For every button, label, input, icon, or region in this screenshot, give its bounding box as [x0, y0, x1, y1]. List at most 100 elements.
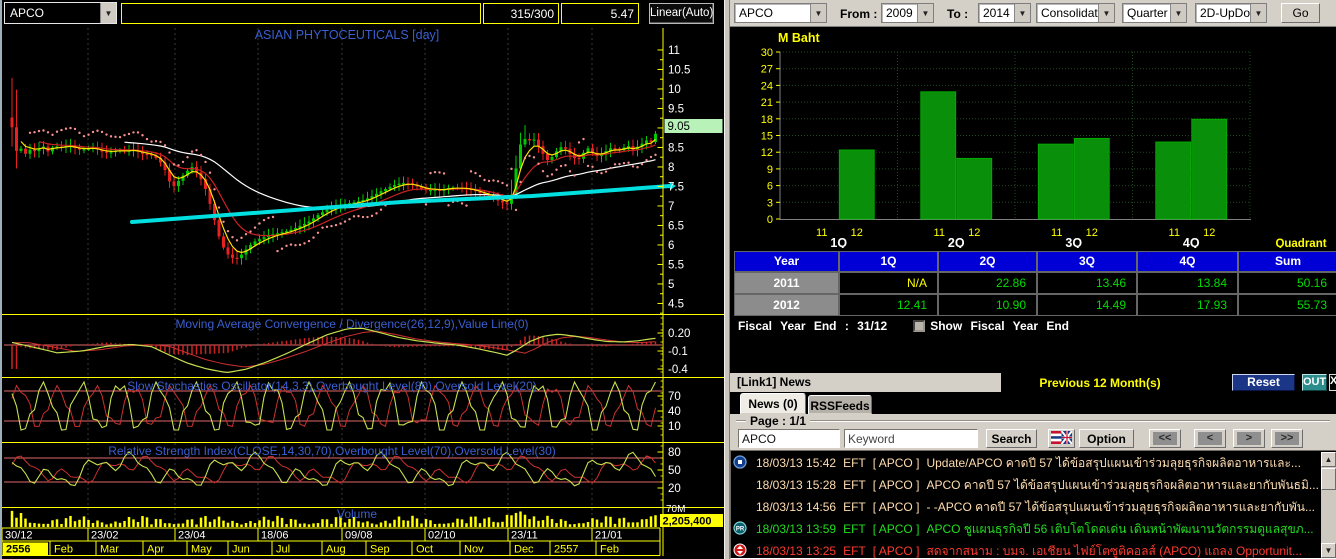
svg-text:Oct: Oct [416, 544, 433, 556]
language-flag-button[interactable] [1048, 429, 1075, 448]
chevron-down-icon[interactable]: ▼ [1014, 4, 1030, 22]
svg-text:20: 20 [668, 483, 681, 495]
scroll-down-icon[interactable]: ▼ [1321, 543, 1336, 558]
news-source: EFT [843, 500, 866, 514]
svg-text:2557: 2557 [554, 544, 578, 556]
chevron-down-icon[interactable]: ▼ [810, 4, 826, 22]
svg-text:Volume: Volume [337, 507, 377, 521]
news-time: 18/03/13 15:42 [756, 456, 837, 470]
last-price-field: 5.47 [561, 3, 639, 24]
tab-news[interactable]: News (0) [740, 393, 806, 414]
reset-button[interactable]: Reset [1232, 374, 1295, 391]
svg-text:6.5: 6.5 [668, 220, 684, 232]
statement-combo[interactable]: Consolidated ▼ [1036, 3, 1115, 23]
prev-page-button[interactable]: < [1194, 429, 1226, 448]
close-icon[interactable]: X [1329, 374, 1336, 391]
period-combo[interactable]: Quarter ▼ [1122, 3, 1187, 23]
next-page-button[interactable]: > [1233, 429, 1265, 448]
svg-text:Relative Strength Index(CLOSE,: Relative Strength Index(CLOSE,14,30,70),… [108, 444, 556, 458]
news-symbol-tag: [ APCO ] [872, 456, 920, 470]
svg-text:Jul: Jul [276, 544, 290, 556]
search-button[interactable]: Search [986, 429, 1037, 448]
news-symbol-tag: [ APCO ] [872, 500, 920, 514]
chevron-down-icon[interactable]: ▼ [1170, 4, 1186, 22]
svg-text:12: 12 [851, 227, 863, 239]
svg-text:7: 7 [668, 201, 674, 213]
fiscal-checkbox[interactable] [913, 320, 926, 332]
symbol-combo-right[interactable]: APCO ▼ [734, 3, 827, 23]
from-year-combo[interactable]: 2009 ▼ [881, 3, 934, 23]
svg-text:Feb: Feb [54, 544, 73, 556]
svg-text:11: 11 [1169, 227, 1180, 239]
chevron-down-icon[interactable]: ▼ [1250, 4, 1266, 22]
svg-text:12: 12 [968, 227, 980, 239]
news-row[interactable]: 18/03/13 14:56 EFT [ APCO ] - -APCO คาดปี 5… [731, 496, 1321, 518]
scale-mode-button[interactable]: Linear(Auto) [649, 3, 714, 24]
option-button[interactable]: Option [1079, 429, 1134, 448]
page-indicator: Page : 1/1 [746, 414, 811, 428]
svg-text:Slow Stochastics Oscillator(14: Slow Stochastics Oscillator(14,3,3),Over… [127, 379, 537, 393]
news-row[interactable]: 18/03/13 15:42 EFT [ APCO ] Update/APCO คาด… [731, 452, 1321, 474]
news-headline: - -APCO คาดปี 57 ได้ข้อสรุปแผนเข้าร่วมลุ… [926, 499, 1315, 514]
svg-text:09/08: 09/08 [345, 530, 373, 542]
svg-text:18: 18 [761, 114, 773, 126]
chevron-down-icon[interactable]: ▼ [100, 3, 116, 23]
keyword-input[interactable] [844, 429, 978, 448]
news-row[interactable]: 18/03/13 13:25 EFT [ APCO ] สดจากสนาม : บมจ… [731, 540, 1321, 558]
value-cell: 13.84 [1137, 272, 1238, 294]
to-year-combo[interactable]: 2014 ▼ [978, 3, 1031, 23]
table-row[interactable]: 2011 N/A 22.86 13.46 13.84 50.16 [734, 272, 1336, 294]
svg-text:7.5: 7.5 [668, 181, 684, 193]
symbol-combo[interactable]: APCO ▼ [4, 2, 117, 24]
svg-text:1Q: 1Q [830, 236, 847, 248]
svg-text:11: 11 [668, 45, 680, 57]
candlestick-chart-canvas[interactable]: ASIAN PHYTOCEUTICALS [day] 11 10.5 10 9.5 8.5… [2, 27, 724, 559]
chevron-down-icon[interactable]: ▼ [917, 4, 933, 22]
scroll-up-icon[interactable]: ▲ [1321, 452, 1336, 467]
table-row[interactable]: 2012 12.41 10.90 14.49 17.93 55.73 [734, 294, 1336, 316]
first-page-button[interactable]: << [1149, 429, 1181, 448]
news-time: 18/03/13 13:59 [756, 522, 837, 536]
svg-text:2Q: 2Q [948, 236, 965, 248]
svg-text:9: 9 [767, 164, 773, 176]
view-combo[interactable]: 2D-UpDown ▼ [1195, 3, 1267, 23]
svg-text:-0.4: -0.4 [668, 364, 688, 376]
svg-text:11: 11 [1051, 227, 1062, 239]
to-label: To : [947, 7, 969, 21]
news-list: 18/03/13 13:25 EFT [ APCO ] สดจากสนาม : บมจ… [730, 450, 1336, 559]
symbol-combo-right-value: APCO [739, 6, 774, 20]
svg-text:50: 50 [668, 465, 681, 477]
svg-text:Sep: Sep [370, 544, 390, 556]
quarterly-earnings-chart: 036912151821242730M Baht11 121Q11 122Q11 12… [730, 28, 1336, 248]
chevron-down-icon[interactable]: ▼ [1098, 4, 1114, 22]
thai-uk-flag-icon [1051, 430, 1073, 445]
right-toolbar: APCO ▼ From : 2009 ▼ To : 2014 ▼ Consoli… [730, 0, 1336, 27]
news-source: EFT [843, 522, 866, 536]
last-page-button[interactable]: >> [1271, 429, 1303, 448]
out-button[interactable]: OUT [1302, 374, 1327, 391]
news-headline: APCO ชูแผนธุรกิจปี 56 เติบโตโดดเด่น เดิน… [926, 521, 1314, 536]
tab-rssfeeds[interactable]: RSSFeeds [808, 395, 872, 414]
svg-text:Jun: Jun [232, 544, 250, 556]
svg-text:Mar: Mar [100, 544, 119, 556]
news-time: 18/03/13 15:28 [756, 478, 837, 492]
value-cell: 10.90 [938, 294, 1037, 316]
column-header: Sum [1238, 251, 1336, 272]
news-scrollbar[interactable]: ▲ ▼ [1321, 452, 1336, 558]
svg-text:9.05: 9.05 [668, 121, 690, 133]
news-row[interactable]: 18/03/13 15:28 EFT [ APCO ] APCO คาดปี 57 ไ… [731, 474, 1321, 496]
symbol-search-input[interactable] [738, 429, 840, 448]
news-symbol-tag: [ APCO ] [872, 544, 920, 558]
news-search-area: Page : 1/1 Search Option << [730, 414, 1336, 450]
go-button[interactable]: Go [1281, 3, 1320, 23]
news-tabs: News (0) RSSFeeds [730, 392, 1336, 414]
svg-text:70: 70 [668, 391, 681, 403]
news-headline: Update/APCO คาดปี 57 ได้ข้อสรุปแผนเข้าร่… [926, 455, 1301, 470]
svg-text:Nov: Nov [464, 544, 484, 556]
fiscal-year-label: Fiscal Year End : 31/12 [738, 319, 888, 333]
news-headline: สดจากสนาม : บมจ. เอเชียน ไฟย์โตซูติคอลส์… [926, 543, 1303, 558]
news-row[interactable]: PR 18/03/13 13:59 EFT [ APCO ] APCO ชูแผนธุร… [731, 518, 1321, 540]
scrollbar-thumb[interactable] [1321, 468, 1336, 490]
price-chart-pane: APCO ▼ 315/300 5.47 Linear(Auto) ASIAN P… [2, 0, 724, 559]
news-icon-slot: PR [731, 520, 749, 538]
